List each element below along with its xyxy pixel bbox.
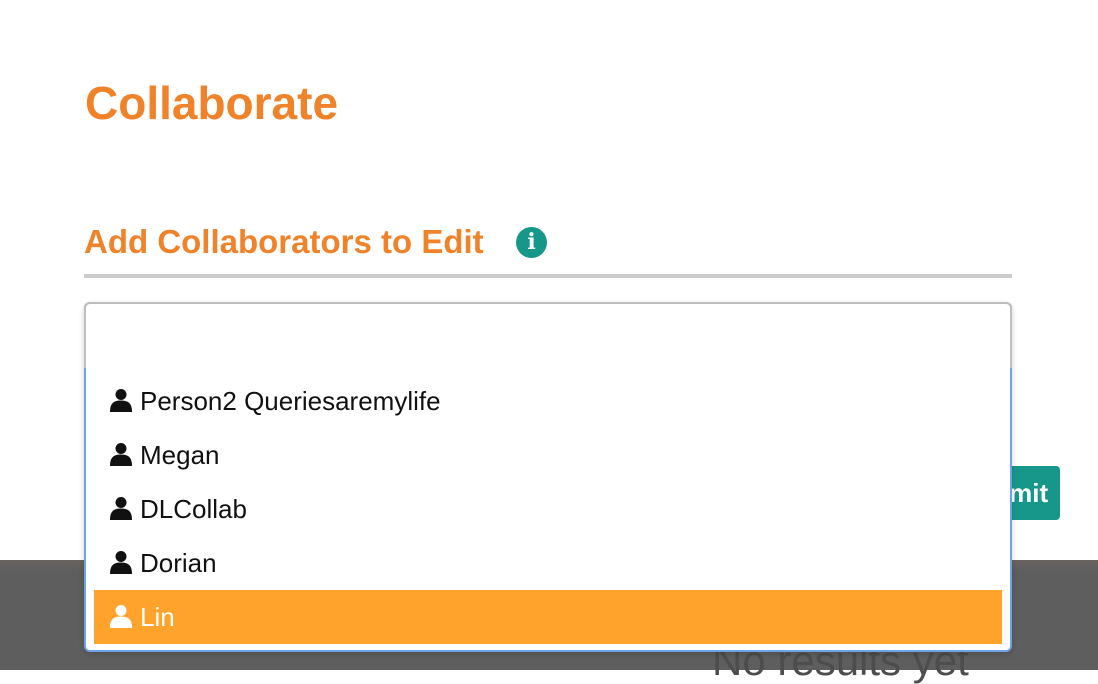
collaborator-option[interactable]: Person2 Queriesaremylife [94,374,1002,428]
user-icon [110,442,132,466]
collaborator-option-label: Person2 Queriesaremylife [140,385,441,416]
collaborator-search-input[interactable] [104,318,988,356]
collaborator-option[interactable]: DLCollab [94,482,1002,536]
collaborator-option-highlighted[interactable]: Lin [94,590,1002,644]
modal-title: Collaborate [85,77,339,129]
collaborator-option[interactable]: Dorian [94,536,1002,590]
collaborator-option-label: Megan [140,439,220,470]
collaborator-select[interactable]: Person2 Queriesaremylife Megan DLCollab … [84,302,1012,652]
user-icon [110,388,132,412]
info-icon[interactable]: i [516,227,547,258]
user-icon [110,604,132,628]
user-icon [110,496,132,520]
collaborator-option[interactable]: Megan [94,428,1002,482]
section-header: Add Collaborators to Edit i [84,222,1012,278]
collaborator-option-label: Lin [140,601,175,632]
user-icon [110,550,132,574]
collaborator-options-list: Person2 Queriesaremylife Megan DLCollab … [94,374,1002,644]
collaborator-search-area[interactable] [84,302,1012,368]
section-title: Add Collaborators to Edit [84,223,484,260]
collaborator-option-label: DLCollab [140,493,247,524]
collaborator-option-label: Dorian [140,547,217,578]
